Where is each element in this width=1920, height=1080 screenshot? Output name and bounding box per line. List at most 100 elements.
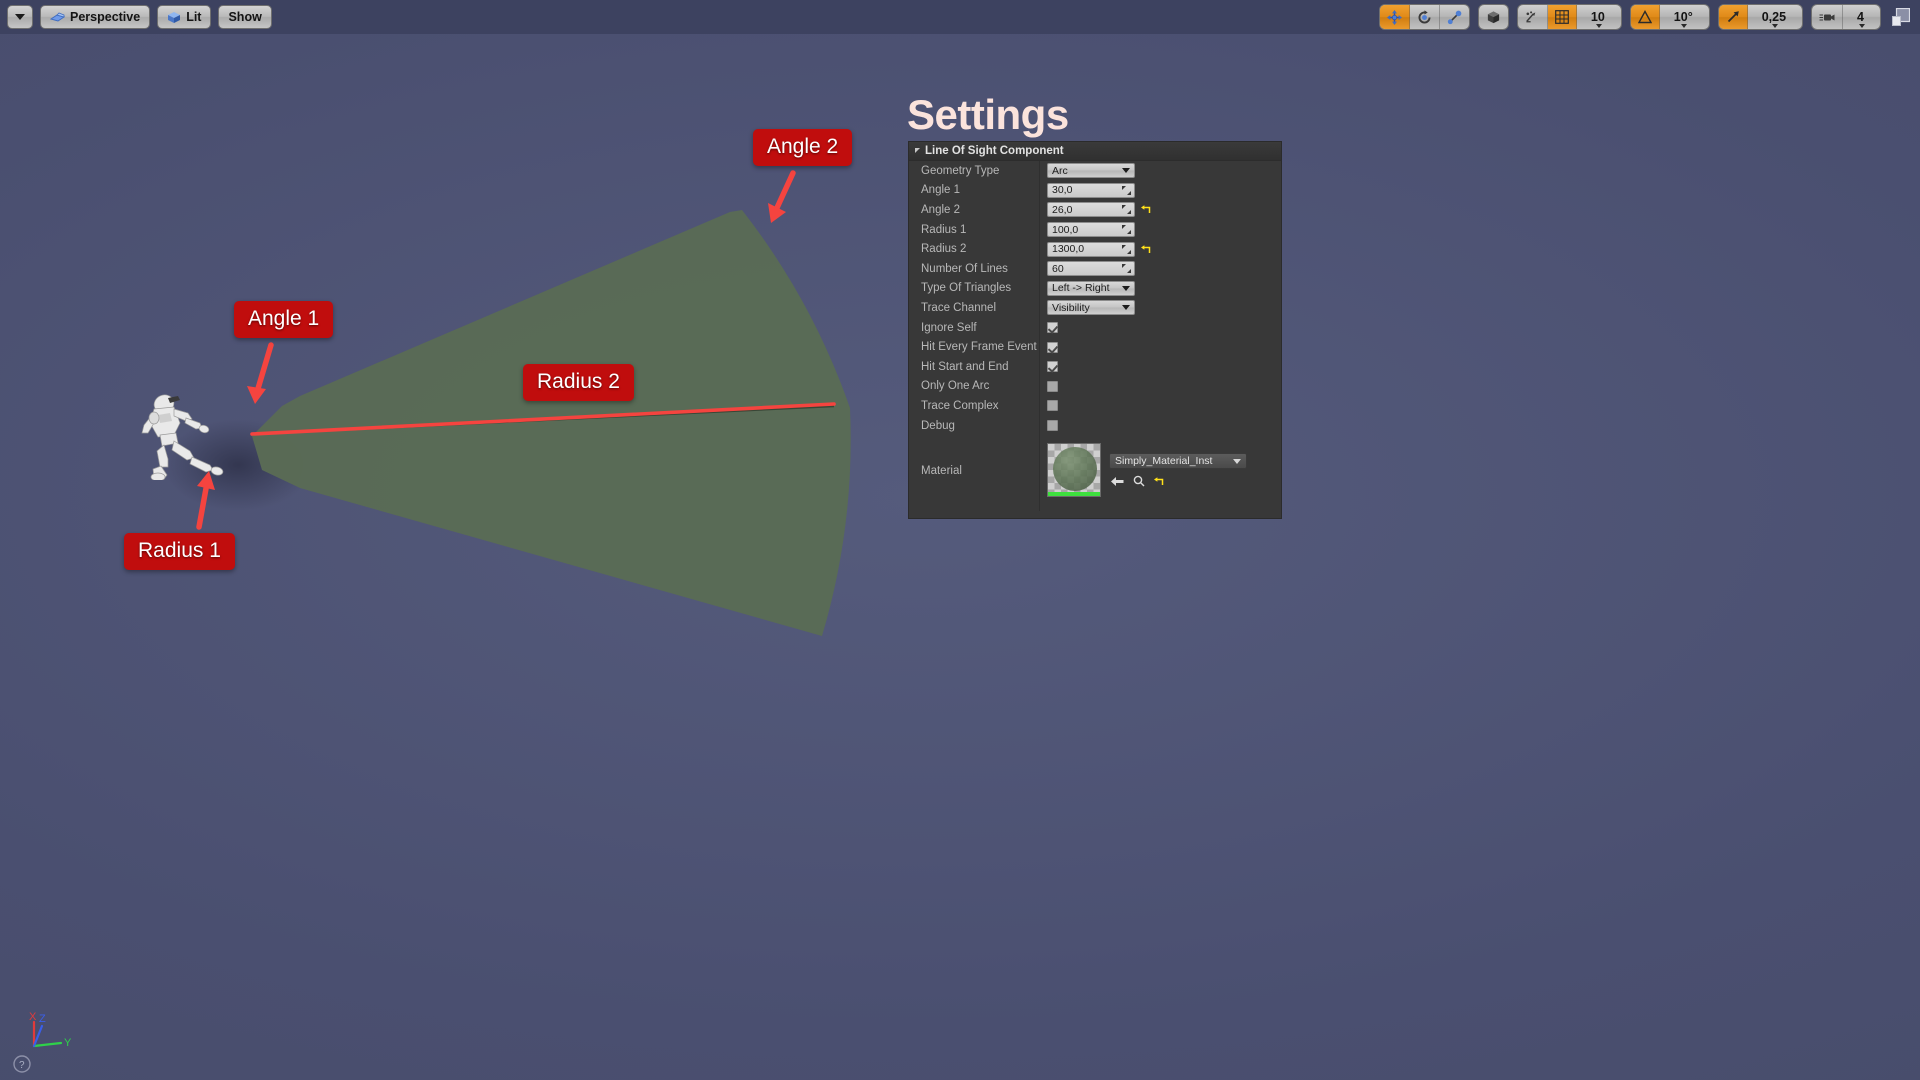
property-number-input[interactable]: 60 — [1047, 261, 1135, 277]
chevron-down-icon — [1858, 24, 1865, 28]
scale-tool-button[interactable] — [1440, 5, 1469, 29]
scale-icon — [1447, 10, 1462, 24]
property-value — [1039, 380, 1058, 392]
spinner-icon[interactable] — [1122, 185, 1131, 195]
maximize-viewport-button[interactable] — [1889, 5, 1913, 29]
move-tool-button[interactable] — [1379, 5, 1410, 29]
chevron-down-icon — [1122, 168, 1130, 174]
property-value: 60 — [1039, 261, 1135, 277]
property-checkbox[interactable] — [1047, 322, 1058, 334]
camera-mode-button[interactable]: Perspective — [40, 5, 151, 29]
material-asset-dropdown[interactable]: Simply_Material_Inst — [1109, 453, 1247, 470]
number-value: 26,0 — [1052, 203, 1073, 216]
property-value — [1039, 400, 1058, 412]
camera-speed-value-dropdown[interactable]: 4 — [1843, 5, 1880, 29]
number-value: 100,0 — [1052, 223, 1079, 236]
property-label: Angle 2 — [921, 203, 961, 216]
coordinate-system-group — [1477, 4, 1509, 30]
expand-triangle-icon — [915, 148, 920, 153]
grid-snap-value-dropdown[interactable]: 10 — [1577, 5, 1621, 29]
property-label: Hit Every Frame Event — [921, 341, 1037, 354]
spinner-icon[interactable] — [1122, 225, 1131, 235]
scale-snap-value-dropdown[interactable]: 0,25 — [1748, 5, 1802, 29]
rotate-icon — [1418, 9, 1431, 23]
angle-snap-toggle[interactable] — [1630, 5, 1660, 29]
chevron-down-icon — [1122, 305, 1130, 311]
viewport-options-button[interactable] — [7, 5, 33, 29]
property-value: 30,0 — [1039, 182, 1135, 198]
property-row: Only One Arc — [909, 377, 1281, 397]
property-row: Hit Every Frame Event — [909, 337, 1281, 357]
category-header[interactable]: Line Of Sight Component — [909, 142, 1281, 161]
material-sphere-preview — [1053, 447, 1097, 492]
property-dropdown[interactable]: Visibility — [1047, 300, 1135, 316]
lit-cube-icon — [168, 11, 181, 23]
axis-label-y: Y — [64, 1037, 72, 1049]
grid-snap-toggle[interactable] — [1547, 5, 1577, 29]
angle-snap-value-dropdown[interactable]: 10° — [1660, 5, 1709, 29]
spinner-icon[interactable] — [1122, 205, 1131, 215]
property-checkbox[interactable] — [1047, 420, 1058, 432]
grid-snap-group: 10 — [1516, 4, 1622, 30]
rotate-tool-button[interactable] — [1410, 5, 1440, 29]
reset-to-default-icon[interactable] — [1141, 244, 1152, 255]
property-number-input[interactable]: 100,0 — [1047, 222, 1135, 238]
material-thumbnail[interactable] — [1047, 443, 1101, 498]
property-value — [1039, 361, 1058, 373]
property-row: Ignore Self — [909, 318, 1281, 338]
browse-to-asset-icon[interactable] — [1133, 475, 1145, 487]
property-row: Geometry Type Arc — [909, 161, 1281, 181]
use-selected-asset-icon[interactable] — [1111, 476, 1124, 487]
surface-snap-button[interactable] — [1518, 5, 1548, 29]
property-label: Hit Start and End — [921, 360, 1009, 373]
scale-snap-value: 0,25 — [1761, 10, 1787, 24]
camera-speed-icon — [1819, 13, 1835, 21]
perspective-icon — [50, 12, 65, 22]
property-number-input[interactable]: 30,0 — [1047, 182, 1135, 198]
chevron-down-icon — [1771, 24, 1778, 28]
property-number-input[interactable]: 1300,0 — [1047, 241, 1135, 257]
view-mode-button[interactable]: Lit — [157, 5, 212, 29]
help-icon: ? — [19, 1060, 25, 1071]
chevron-down-icon — [15, 14, 25, 20]
property-dropdown[interactable]: Arc — [1047, 163, 1135, 179]
property-row: Trace Channel Visibility — [909, 298, 1281, 318]
property-checkbox[interactable] — [1047, 380, 1058, 392]
material-status-bar — [1048, 492, 1100, 497]
property-value: Visibility — [1039, 300, 1135, 316]
number-value: 30,0 — [1052, 184, 1073, 197]
property-label: Trace Channel — [921, 301, 997, 314]
reset-to-default-icon[interactable] — [1141, 204, 1152, 215]
property-checkbox[interactable] — [1047, 400, 1058, 412]
angle-snap-value: 10° — [1673, 10, 1693, 24]
axis-label-x: X — [29, 1011, 37, 1023]
property-row: Debug — [909, 416, 1281, 436]
property-row: Radius 1 100,0 — [909, 220, 1281, 240]
property-list: Geometry Type Arc Angle 1 30,0 Angle 2 26,0 Ra… — [909, 161, 1281, 512]
spinner-icon[interactable] — [1122, 264, 1131, 274]
surface-snap-icon — [1526, 10, 1536, 22]
camera-speed-button[interactable] — [1812, 5, 1844, 29]
scale-snap-toggle[interactable] — [1718, 5, 1748, 29]
property-number-input[interactable]: 26,0 — [1047, 202, 1135, 218]
property-row: Radius 2 1300,0 — [909, 239, 1281, 259]
page-title: Settings — [907, 91, 1069, 138]
reset-to-default-icon[interactable] — [1154, 476, 1165, 487]
property-checkbox[interactable] — [1047, 361, 1058, 373]
property-dropdown[interactable]: Left -> Right — [1047, 280, 1135, 296]
property-value: 100,0 — [1039, 222, 1135, 238]
scale-snap-icon — [1727, 11, 1739, 23]
maximize-icon — [1892, 8, 1910, 26]
property-label: Angle 1 — [921, 184, 961, 197]
property-value: Left -> Right — [1039, 280, 1135, 296]
world-space-button[interactable] — [1479, 5, 1508, 29]
spinner-icon[interactable] — [1122, 244, 1131, 254]
camera-speed-value: 4 — [1857, 10, 1864, 24]
dropdown-value: Arc — [1052, 164, 1068, 177]
property-value: 26,0 — [1039, 202, 1152, 218]
axis-label-z: Z — [39, 1013, 46, 1025]
property-value — [1039, 322, 1058, 334]
show-flags-button[interactable]: Show — [218, 5, 272, 29]
property-label: Debug — [921, 419, 955, 432]
property-checkbox[interactable] — [1047, 341, 1058, 353]
